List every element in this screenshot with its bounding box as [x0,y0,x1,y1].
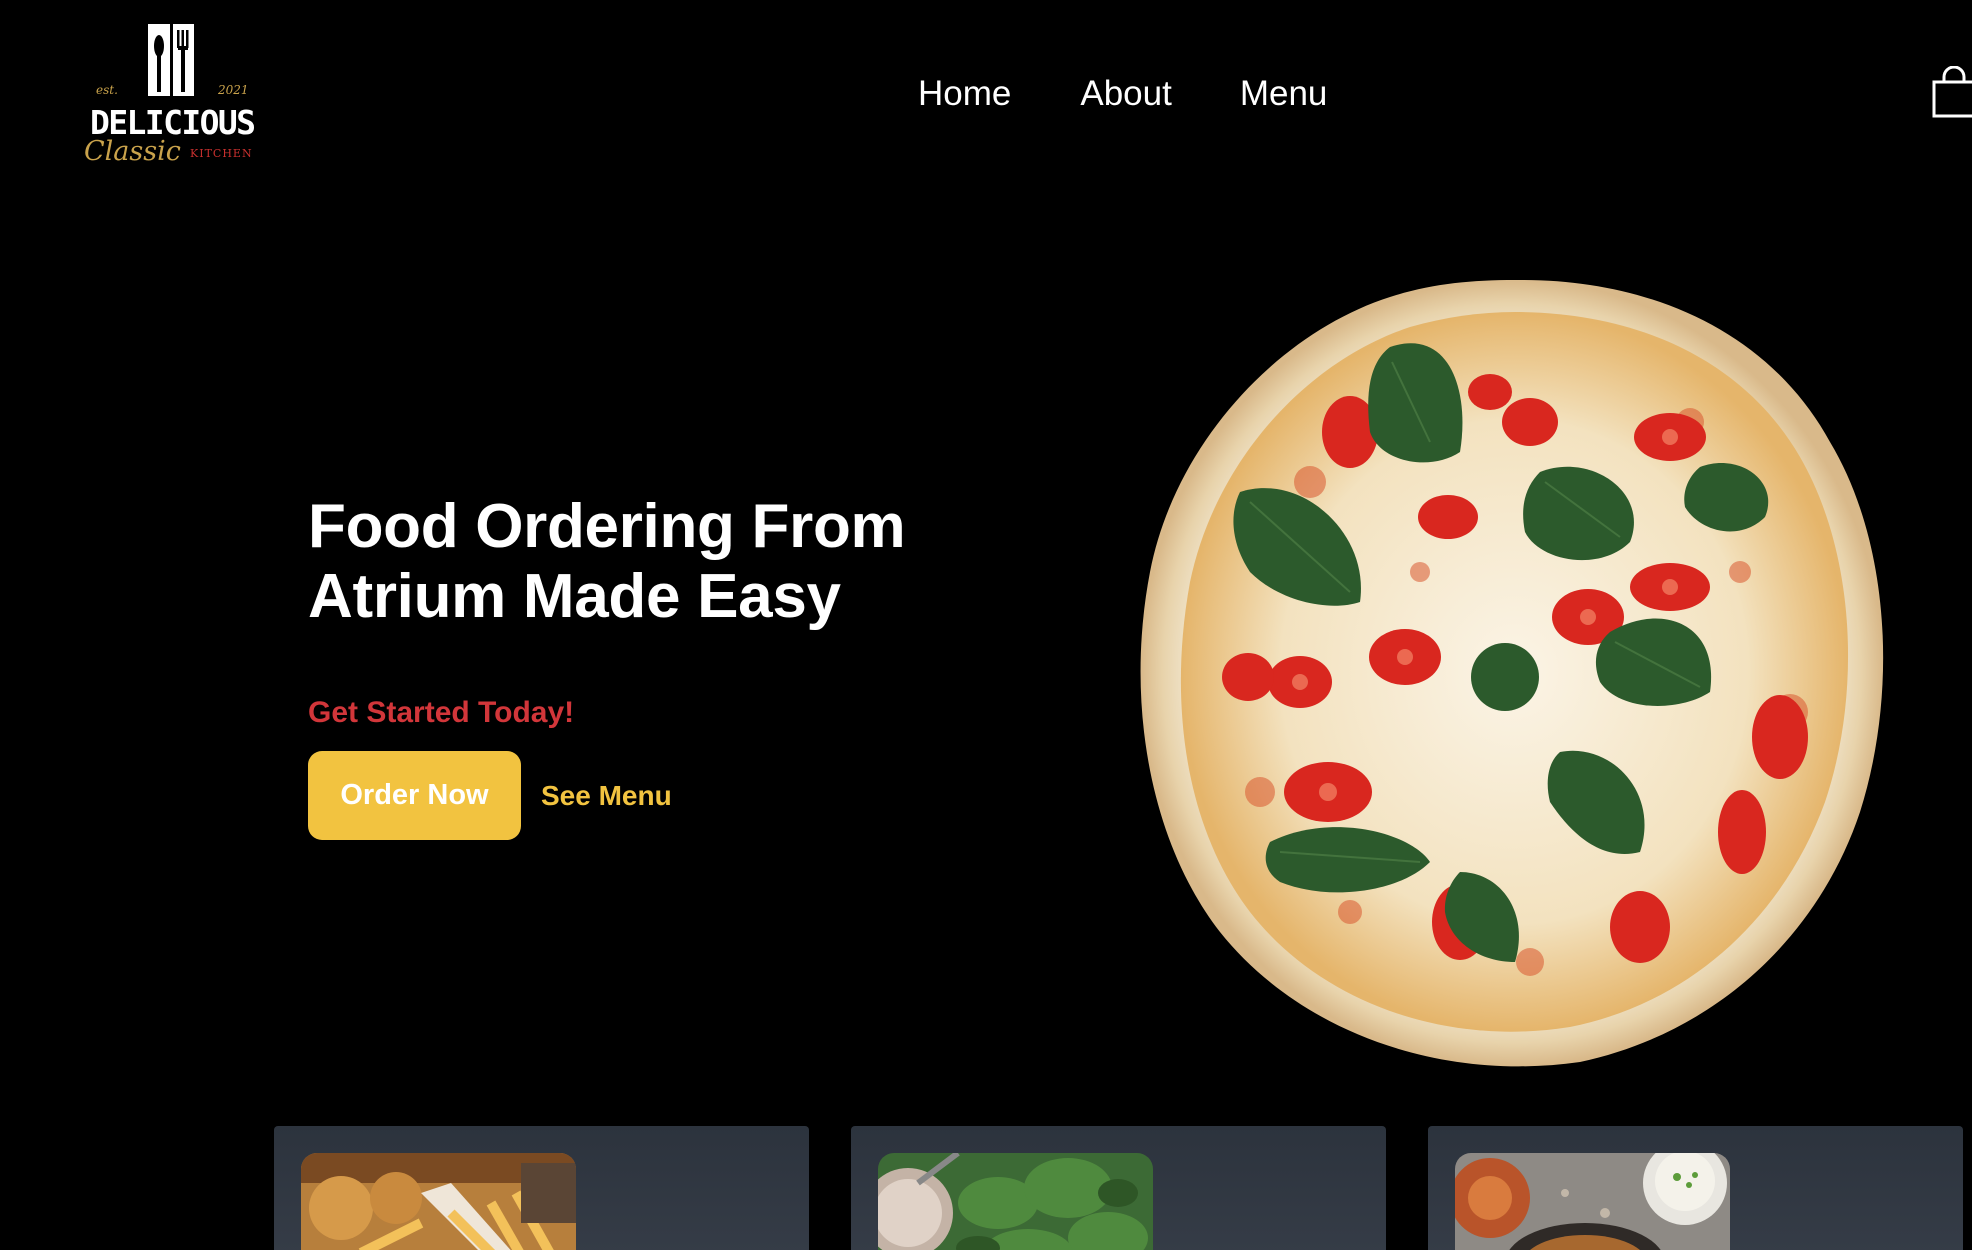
brand-script: Classic [84,136,181,167]
see-menu-link[interactable]: See Menu [541,779,672,813]
brand-kitchen: KITCHEN [190,147,253,160]
food-card-3[interactable] [1428,1126,1963,1250]
hero-subtitle: Get Started Today! [308,696,575,729]
brand-logo-mark: est. 2021 DELICIOUS Classic KITCHEN [84,24,256,167]
brand-est: est. [96,83,118,97]
nav-menu[interactable]: Menu [1240,72,1328,116]
page: est. 2021 DELICIOUS Classic KITCHEN Home… [0,0,1972,1250]
pizza-image [1130,272,1900,1072]
food-card-3-image [1455,1153,1730,1250]
brand-year: 2021 [217,83,249,97]
shopping-bag-icon[interactable] [1932,65,1972,120]
food-card-2[interactable] [851,1126,1386,1250]
hero-title: Food Ordering From Atrium Made Easy [308,492,1008,632]
nav-home[interactable]: Home [918,72,1011,116]
brand-logo[interactable]: est. 2021 DELICIOUS Classic KITCHEN [84,22,264,172]
hero-title-line-2: Atrium Made Easy [308,562,841,631]
main-nav: Home About Menu [918,72,1327,116]
hero-title-line-1: Food Ordering From [308,492,906,561]
order-now-button[interactable]: Order Now [308,751,521,840]
food-card-1[interactable] [274,1126,809,1250]
nav-about[interactable]: About [1080,72,1171,116]
food-card-1-image [301,1153,576,1250]
food-card-2-image [878,1153,1153,1250]
